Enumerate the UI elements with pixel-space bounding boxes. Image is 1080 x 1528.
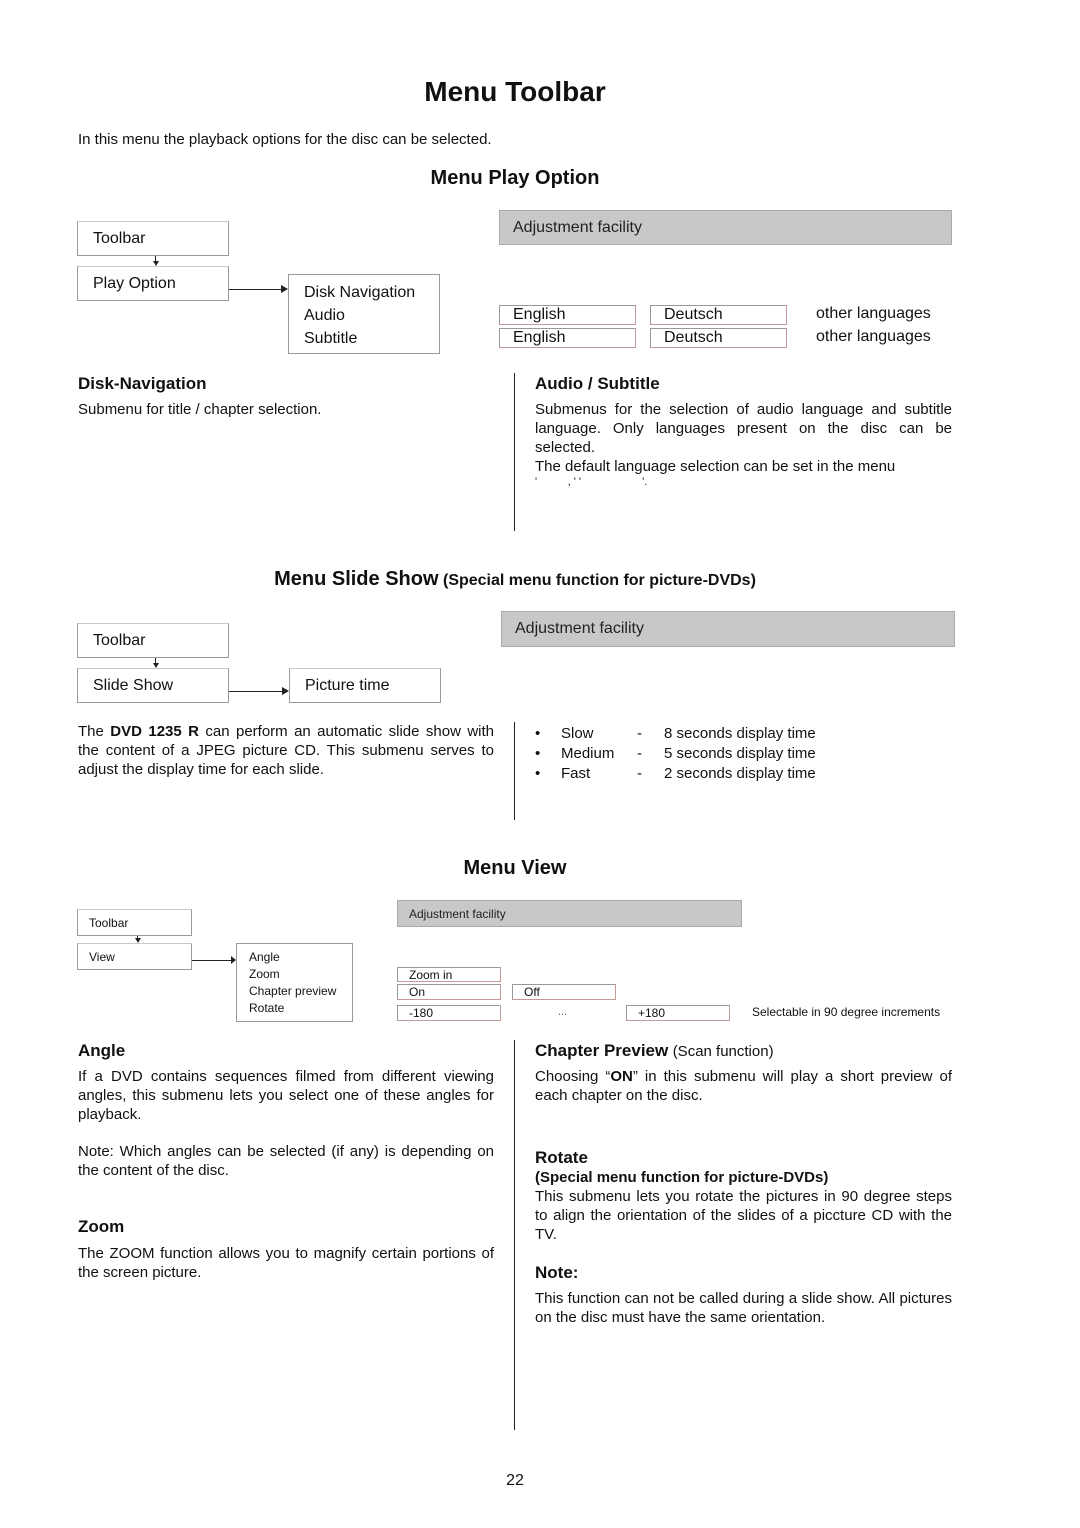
option-english: English xyxy=(499,305,636,325)
option-deutsch: Deutsch xyxy=(650,328,787,348)
angle-text: If a DVD contains sequences filmed from … xyxy=(78,1068,494,1123)
option-min: -180 xyxy=(397,1005,501,1021)
page-number: 22 xyxy=(506,1472,524,1489)
list-item: • Slow -8 seconds display time xyxy=(535,725,816,742)
rotate-note: Selectable in 90 degree increments xyxy=(752,1005,941,1019)
chapter-preview-text: Choosing “ON” in this submenu will play … xyxy=(535,1068,952,1104)
option-english: English xyxy=(499,328,636,348)
slide-show-box: Slide Show xyxy=(77,668,229,703)
submenu-item: Disk Navigation xyxy=(304,284,416,301)
audio-subtitle-heading: Audio / Subtitle xyxy=(535,374,660,393)
note-heading: Note: xyxy=(535,1263,579,1282)
option-zoom-in: Zoom in xyxy=(397,967,501,982)
toolbar-box: Toolbar xyxy=(77,623,229,658)
option-other: other languages xyxy=(816,328,931,345)
list-item: • Fast -2 seconds display time xyxy=(535,765,816,782)
disk-navigation-text: Submenu for title / chapter selection. xyxy=(78,401,322,418)
option-on: On xyxy=(397,984,501,1000)
arrow-right-icon xyxy=(281,285,288,293)
toolbar-box: Toolbar xyxy=(77,909,192,936)
display-time-list: • Slow -8 seconds display time • Medium -5 s… xyxy=(535,724,935,784)
option-other: other languages xyxy=(816,305,931,322)
rotate-subheading: (Special menu function for picture-DVDs) xyxy=(535,1169,829,1186)
option-max: +180 xyxy=(626,1005,730,1021)
submenu-item: Angle xyxy=(249,950,280,964)
submenu-box: Angle Zoom Chapter preview Rotate xyxy=(236,943,353,1022)
manual-page: Menu Toolbar In this menu the playback o… xyxy=(0,0,1080,1528)
chapter-preview-heading: Chapter Preview (Scan function) xyxy=(535,1041,774,1060)
submenu-item: Zoom xyxy=(249,967,280,981)
rotate-text: This submenu lets you rotate the picture… xyxy=(535,1188,952,1243)
toolbar-box: Toolbar xyxy=(77,221,229,256)
note-text: This function can not be called during a… xyxy=(535,1290,952,1326)
adjustment-facility-header: Adjustment facility xyxy=(397,900,742,927)
submenu-box: Disk Navigation Audio Subtitle xyxy=(288,274,440,354)
intro-text: In this menu the playback options for th… xyxy=(78,131,492,148)
audio-subtitle-text: Submenus for the selection of audio lang… xyxy=(535,401,952,488)
picture-time-box: Picture time xyxy=(289,668,441,703)
disk-navigation-heading: Disk-Navigation xyxy=(78,374,207,393)
submenu-item: Subtitle xyxy=(304,330,358,347)
adjustment-facility-header: Adjustment facility xyxy=(501,611,955,647)
angle-heading: Angle xyxy=(78,1041,126,1060)
submenu-item: Rotate xyxy=(249,1001,285,1015)
arrow-right-icon xyxy=(282,687,289,695)
zoom-text: The ZOOM function allows you to magnify … xyxy=(78,1245,494,1281)
page-title: Menu Toolbar xyxy=(424,76,606,107)
list-item: • Medium -5 seconds display time xyxy=(535,745,816,762)
ellipsis: ... xyxy=(558,1006,568,1018)
submenu-item: Chapter preview xyxy=(249,984,337,998)
view-box: View xyxy=(77,943,192,970)
angle-note: Note: Which angles can be selected (if a… xyxy=(78,1143,494,1179)
submenu-item: Audio xyxy=(304,307,345,324)
option-deutsch: Deutsch xyxy=(650,305,787,325)
slide-show-text: The DVD 1235 R can perform an automatic … xyxy=(78,723,494,778)
zoom-heading: Zoom xyxy=(78,1217,125,1236)
option-off: Off xyxy=(512,984,616,1000)
section-heading-play-option: Menu Play Option xyxy=(430,167,600,189)
section-heading-slide-show: Menu Slide Show (Special menu function f… xyxy=(274,568,756,590)
rotate-heading: Rotate xyxy=(535,1148,588,1167)
section-heading-view: Menu View xyxy=(463,857,567,879)
play-option-box: Play Option xyxy=(77,266,229,301)
adjustment-facility-header: Adjustment facility xyxy=(499,210,952,245)
